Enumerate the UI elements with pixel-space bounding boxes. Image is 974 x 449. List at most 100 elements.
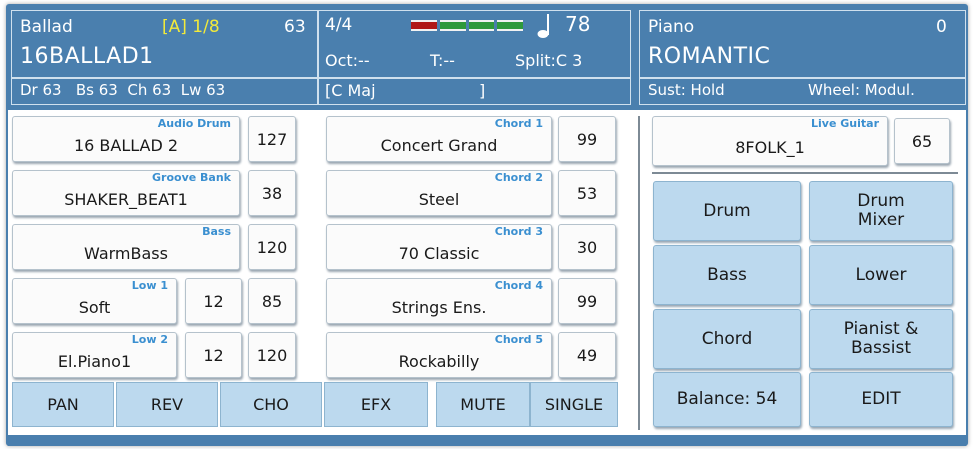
style-divider: [12, 77, 317, 79]
track-name: WarmBass: [84, 243, 168, 263]
column-divider: [638, 116, 640, 430]
track-volume[interactable]: 85: [248, 278, 296, 324]
wheel-mode: Wheel: Modul.: [808, 81, 915, 99]
track-tag: Bass: [202, 225, 231, 238]
track-name: 70 Classic: [398, 243, 480, 263]
balance-button[interactable]: Balance: 54: [653, 372, 801, 427]
track-chord-2[interactable]: Chord 2 Steel: [326, 170, 552, 216]
track-low-1[interactable]: Low 1 Soft: [12, 278, 177, 324]
drum-button[interactable]: Drum: [653, 181, 801, 241]
track-tag: Audio Drum: [157, 117, 231, 130]
track-octave[interactable]: 12: [185, 278, 242, 324]
track-chord-5[interactable]: Chord 5 Rockabilly: [326, 332, 552, 378]
track-volume-value: 85: [261, 291, 283, 311]
track-volume-value: 120: [256, 237, 288, 257]
right-divider: [652, 172, 958, 174]
chord-button[interactable]: Chord: [653, 309, 801, 369]
track-octave-value: 12: [203, 291, 224, 311]
track-name: Soft: [78, 297, 111, 317]
beat-meter-segment: [497, 20, 523, 31]
mute-button[interactable]: MUTE: [436, 382, 530, 427]
bass-button[interactable]: Bass: [653, 245, 801, 305]
track-volume[interactable]: 127: [248, 116, 296, 162]
track-octave-value: 12: [203, 345, 224, 365]
track-volume-value: 30: [576, 237, 598, 257]
chord-display-close: ]: [479, 81, 486, 100]
beat-meter-segment: [468, 20, 495, 31]
track-volume[interactable]: 99: [558, 278, 616, 324]
beat-meter-segment: [439, 20, 466, 31]
rev-button[interactable]: REV: [116, 382, 218, 427]
variation-indicator: [A] 1/8: [162, 17, 220, 37]
arranger-screen: Ballad [A] 1/8 63 16BALLAD1 Dr 63 Bs 63 …: [0, 0, 974, 449]
track-volume-value: 38: [261, 183, 283, 203]
transpose-display: T:--: [430, 51, 455, 70]
track-tag: Chord 5: [494, 333, 543, 346]
lower-button[interactable]: Lower: [809, 245, 953, 305]
track-groove-bank[interactable]: Groove Bank SHAKER_BEAT1: [12, 170, 240, 216]
track-chord-3[interactable]: Chord 3 70 Classic: [326, 224, 552, 270]
track-name: SHAKER_BEAT1: [64, 189, 188, 209]
track-volume[interactable]: 120: [248, 332, 296, 378]
track-volume[interactable]: 53: [558, 170, 616, 216]
track-chord-4[interactable]: Chord 4 Strings Ens.: [326, 278, 552, 324]
pan-button[interactable]: PAN: [12, 382, 114, 427]
track-volume[interactable]: 49: [558, 332, 616, 378]
octave-display: Oct:--: [325, 51, 370, 70]
track-tag: Chord 2: [494, 171, 543, 184]
track-audio-drum[interactable]: Audio Drum 16 BALLAD 2: [12, 116, 240, 162]
sustain-mode: Sust: Hold: [648, 81, 725, 99]
drum-mixer-label-line2: Mixer: [857, 210, 905, 230]
pianist-bassist-label-line2: Bassist: [850, 338, 912, 358]
track-bass[interactable]: Bass WarmBass: [12, 224, 240, 270]
beat-meter: [411, 20, 523, 31]
edit-button[interactable]: EDIT: [809, 372, 953, 427]
track-volume-value: 53: [576, 183, 598, 203]
track-volume[interactable]: 120: [248, 224, 296, 270]
track-name: Steel: [418, 189, 460, 209]
track-volume-value: 65: [911, 131, 933, 151]
split-point: Split:C 3: [515, 51, 583, 70]
track-volume[interactable]: 38: [248, 170, 296, 216]
track-tag: Groove Bank: [152, 171, 231, 184]
mixer-panel: Audio Drum 16 BALLAD 2 127 Groove Bank S…: [8, 110, 966, 435]
pianist-bassist-label-line1: Pianist &: [843, 319, 919, 339]
style-name: 16BALLAD1: [20, 44, 154, 69]
track-tag: Low 1: [131, 279, 168, 292]
track-low-2[interactable]: Low 2 El.Piano1: [12, 332, 177, 378]
track-volume[interactable]: 30: [558, 224, 616, 270]
song-divider: [319, 77, 630, 79]
cho-button[interactable]: CHO: [220, 382, 322, 427]
style-category: Ballad: [20, 17, 73, 37]
track-tag: Low 2: [131, 333, 168, 346]
track-name: Concert Grand: [380, 135, 498, 155]
track-volume-value: 99: [576, 291, 598, 311]
voice-number: 0: [936, 17, 947, 37]
tempo-display[interactable]: 78: [565, 12, 590, 36]
track-tag: Chord 1: [494, 117, 543, 130]
status-bar: [8, 437, 966, 446]
efx-button[interactable]: EFX: [324, 382, 428, 427]
track-name: El.Piano1: [57, 351, 132, 371]
drum-mixer-button[interactable]: Drum Mixer: [809, 181, 953, 241]
track-chord-1[interactable]: Chord 1 Concert Grand: [326, 116, 552, 162]
voice-category: Piano: [648, 17, 695, 37]
track-volume[interactable]: 99: [558, 116, 616, 162]
voice-info-box[interactable]: Piano 0 ROMANTIC Sust: Hold Wheel: Modul…: [639, 10, 966, 105]
track-volume[interactable]: 65: [894, 118, 950, 164]
quarter-note-icon: [537, 14, 549, 38]
track-octave[interactable]: 12: [185, 332, 242, 378]
track-tag: Live Guitar: [811, 117, 879, 130]
single-button[interactable]: SINGLE: [530, 382, 618, 427]
track-name: 8FOLK_1: [735, 137, 805, 157]
style-info-box[interactable]: Ballad [A] 1/8 63 16BALLAD1 Dr 63 Bs 63 …: [11, 10, 318, 105]
pianist-bassist-button[interactable]: Pianist & Bassist: [809, 309, 953, 369]
beat-meter-segment: [411, 20, 437, 31]
voice-name: ROMANTIC: [648, 44, 771, 69]
live-guitar-track[interactable]: Live Guitar 8FOLK_1: [652, 116, 888, 166]
track-volume-value: 127: [256, 129, 288, 149]
time-signature: 4/4: [325, 15, 353, 35]
track-volume-value: 49: [576, 345, 598, 365]
track-name: Rockabilly: [398, 351, 480, 371]
drum-mixer-label-line1: Drum: [857, 191, 905, 211]
